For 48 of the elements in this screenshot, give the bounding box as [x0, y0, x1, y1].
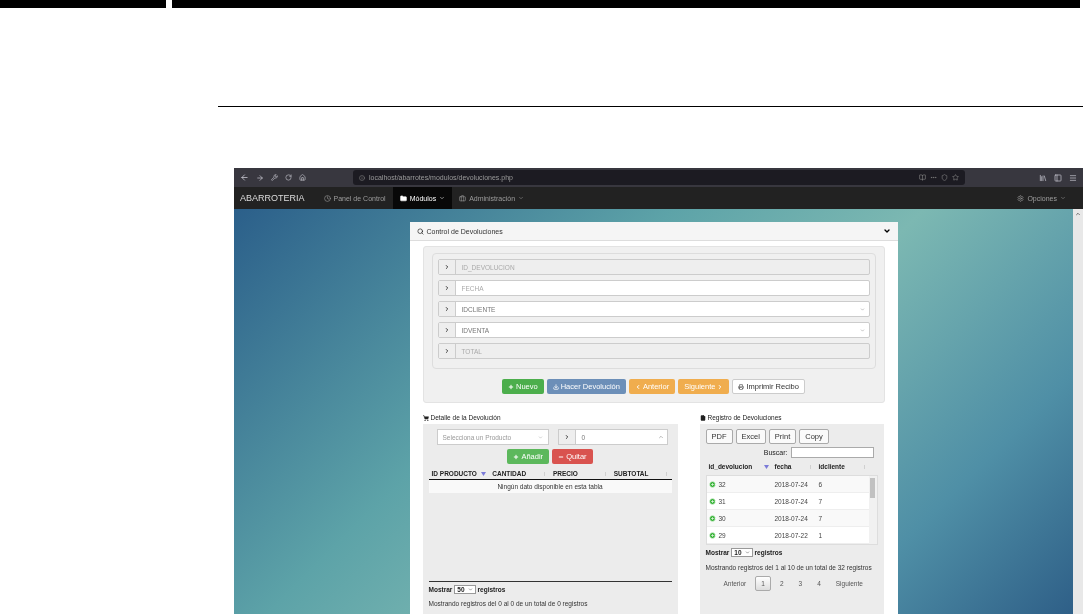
briefcase-icon: [459, 194, 467, 202]
scrollbar[interactable]: [1073, 209, 1083, 614]
clock-icon: [323, 194, 331, 202]
shield-icon[interactable]: [941, 174, 948, 181]
printer-icon: [738, 383, 745, 390]
search-field[interactable]: [790, 447, 874, 458]
chevron-right-icon: [443, 285, 450, 291]
expand-icon[interactable]: [708, 480, 716, 488]
wrench-icon[interactable]: [271, 174, 278, 181]
forward-icon[interactable]: [256, 173, 264, 182]
caret-icon: [1060, 195, 1066, 201]
chevron-right-icon: [443, 306, 450, 312]
caret-icon: [859, 306, 865, 312]
caret-icon: [467, 587, 473, 593]
cart-icon: [422, 414, 429, 421]
reload-icon[interactable]: [285, 174, 292, 181]
settings-icon: [1017, 194, 1025, 202]
chevron-right-icon: [717, 383, 724, 390]
chevron-right-icon: [443, 264, 450, 270]
search-icon: [416, 227, 424, 235]
caret-icon: [859, 327, 865, 333]
document-icon: [699, 414, 706, 421]
star-icon[interactable]: [952, 174, 959, 181]
expand-icon[interactable]: [708, 514, 716, 522]
plus-icon: [508, 383, 514, 390]
minus-icon: [558, 453, 565, 460]
chevron-left-icon: [634, 383, 641, 390]
expand-icon[interactable]: [708, 497, 716, 505]
info-icon: [359, 174, 365, 181]
plus-icon: [513, 453, 520, 460]
menu-icon[interactable]: [1069, 173, 1077, 182]
caret-icon: [744, 550, 750, 555]
folder-icon: [399, 194, 407, 202]
collapse-icon[interactable]: [882, 227, 891, 235]
chevron-right-icon: [443, 348, 450, 354]
library-icon[interactable]: [1039, 173, 1047, 182]
sidebar-icon[interactable]: [1054, 173, 1062, 182]
chevron-right-icon: [563, 434, 570, 440]
brand[interactable]: ABARROTERIA: [240, 193, 317, 203]
scrollbar[interactable]: [868, 476, 877, 544]
chevron-right-icon: [443, 327, 450, 333]
home-icon[interactable]: [299, 174, 306, 181]
download-icon: [552, 383, 559, 390]
scroll-up-icon[interactable]: [1075, 211, 1081, 217]
expand-icon[interactable]: [708, 531, 716, 539]
back-icon[interactable]: [240, 173, 249, 182]
caret-icon: [537, 434, 543, 440]
reader-icon[interactable]: [919, 174, 926, 181]
